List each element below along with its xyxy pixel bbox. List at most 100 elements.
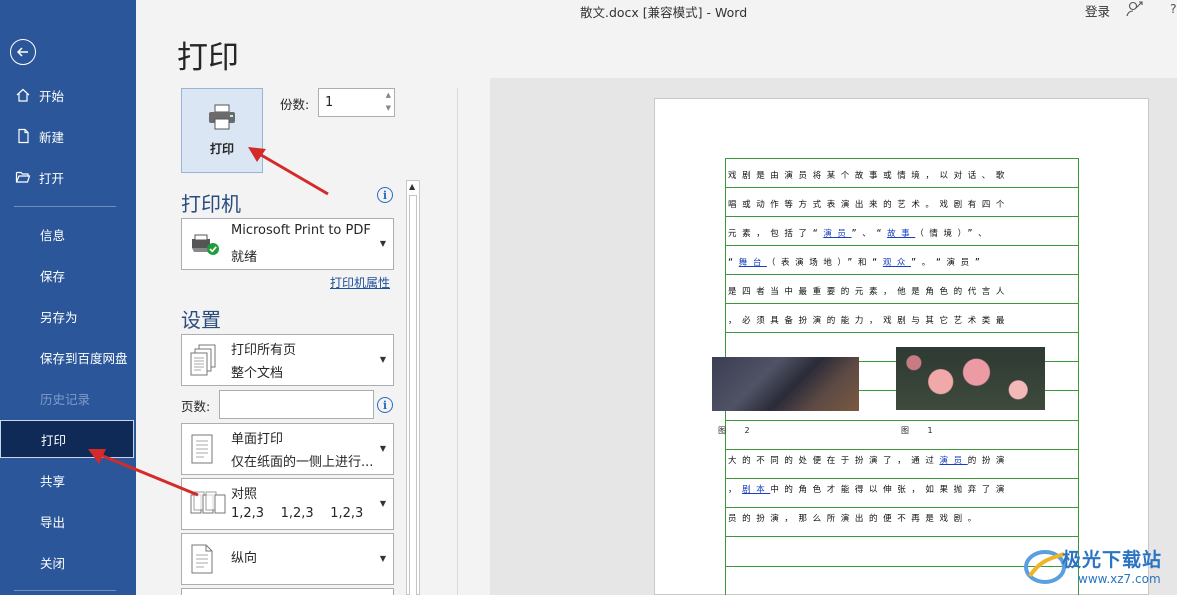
grid-line [725, 449, 1079, 450]
sidebar-item-label: 打开 [39, 170, 65, 186]
new-document-icon [15, 128, 39, 144]
page-title: 打印 [177, 40, 239, 76]
image-caption: 图 2 [718, 426, 758, 435]
sidebar-item-save-to-baidu[interactable]: 保存到百度网盘 [0, 338, 136, 376]
sidebar-item-label: 保存到百度网盘 [40, 350, 128, 366]
chevron-down-icon: ▼ [379, 554, 386, 563]
preview-text-line: ，剧本中的角色才能得以伸张，如果抛弃了演 [728, 485, 1011, 495]
help-button[interactable]: ? [1170, 1, 1177, 16]
window-title: 散文.docx [兼容模式] - Word [580, 5, 748, 20]
pages-label: 页数: [181, 399, 211, 414]
sidebar-item-label: 共享 [40, 473, 66, 489]
portrait-icon [190, 543, 216, 579]
folder-open-icon [15, 169, 39, 185]
spin-up-icon[interactable]: ▲ [386, 91, 391, 99]
sidebar-item-home[interactable]: 开始 [0, 76, 136, 114]
sidebar-item-export[interactable]: 导出 [0, 502, 136, 540]
preview-image-2 [712, 357, 859, 411]
sides-sub: 仅在纸面的一侧上进行... [231, 455, 374, 470]
preview-text-line: 元素，包括了“演员”、“故事（情境）”、 [728, 229, 993, 239]
orientation-select[interactable]: 纵向 ▼ [181, 533, 394, 585]
sidebar-item-share[interactable]: 共享 [0, 461, 136, 499]
panel-divider [457, 88, 458, 595]
info-icon[interactable]: i [377, 187, 393, 203]
sidebar-item-print[interactable]: 打印 [0, 420, 134, 458]
grid-line [725, 420, 1079, 421]
chevron-down-icon: ▼ [379, 444, 386, 453]
preview-image-1 [896, 347, 1045, 410]
sidebar-item-save[interactable]: 保存 [0, 256, 136, 294]
orientation-label: 纵向 [231, 551, 258, 566]
collate-label: 对照 [231, 487, 258, 502]
settings-section-title: 设置 [181, 308, 221, 332]
all-pages-icon [190, 344, 218, 380]
back-arrow-icon[interactable] [10, 39, 36, 65]
print-range-select[interactable]: 打印所有页 整个文档 ▼ [181, 334, 394, 386]
sidebar-item-info[interactable]: 信息 [0, 215, 136, 253]
watermark-url: www.xz7.com [1078, 572, 1161, 586]
copies-input[interactable]: 1 ▲ ▼ [318, 88, 395, 117]
preview-text-line: 大的不同的处便在于扮演了，通过演员的扮演 [728, 456, 1011, 466]
printer-properties-link[interactable]: 打印机属性 [330, 274, 390, 291]
single-sided-icon [190, 433, 216, 469]
sidebar-item-open[interactable]: 打开 [0, 158, 136, 196]
grid-line [725, 245, 1079, 246]
spin-down-icon[interactable]: ▼ [386, 104, 391, 112]
sidebar-item-label: 保存 [40, 268, 66, 284]
sidebar-item-history: 历史记录 [0, 379, 136, 417]
preview-text-line: “舞台（表演场地）”和“观众”。“演员” [728, 258, 986, 268]
settings-scrollbar[interactable]: ▲ [406, 180, 420, 595]
backstage-sidebar: 开始 新建 打开 信息 保存 另存为 保存到百度网盘 历史记录 打印 共享 导出… [0, 0, 136, 595]
grid-line [725, 332, 1079, 333]
sidebar-item-label: 打印 [41, 432, 67, 448]
printer-ready-icon [190, 233, 220, 261]
print-range-label: 打印所有页 [231, 343, 297, 358]
sides-select[interactable]: 单面打印 仅在纸面的一侧上进行... ▼ [181, 423, 394, 475]
sidebar-item-close[interactable]: 关闭 [0, 543, 136, 581]
account-icon[interactable] [1125, 0, 1145, 22]
grid-line [1078, 158, 1079, 595]
grid-line [725, 216, 1079, 217]
sidebar-divider [14, 206, 116, 207]
grid-line [725, 303, 1079, 304]
grid-line [725, 187, 1079, 188]
chevron-down-icon: ▼ [379, 239, 386, 248]
sidebar-item-label: 导出 [40, 514, 66, 530]
copies-label: 份数: [280, 97, 310, 112]
grid-line [725, 507, 1079, 508]
preview-text-line: 唱或动作等方式表演出来的艺术。戏剧有四个 [728, 200, 1011, 210]
printer-select[interactable]: Microsoft Print to PDF 就绪 ▼ [181, 218, 394, 270]
chevron-down-icon: ▼ [379, 499, 386, 508]
preview-text-line: ，必须具备扮演的能力，戏剧与其它艺术类最 [728, 316, 1011, 326]
preview-text-line: 员的扮演，那么所演出的便不再是戏剧。 [728, 514, 982, 524]
collate-select[interactable]: 对照 1,2,3 1,2,3 1,2,3 ▼ [181, 478, 394, 530]
sidebar-item-label: 关闭 [40, 555, 66, 571]
print-button-label: 打印 [209, 142, 234, 156]
sidebar-item-label: 历史记录 [40, 391, 91, 407]
settings-more-select[interactable] [181, 588, 394, 595]
printer-status: 就绪 [231, 250, 258, 265]
grid-line [725, 274, 1079, 275]
grid-line [725, 536, 1079, 537]
grid-line [725, 478, 1079, 479]
image-caption: 图 1 [901, 426, 941, 435]
printer-icon [207, 104, 237, 134]
info-icon[interactable]: i [377, 397, 393, 413]
print-button[interactable]: 打印 [181, 88, 263, 173]
sidebar-item-new[interactable]: 新建 [0, 117, 136, 155]
chevron-down-icon: ▼ [379, 355, 386, 364]
login-link[interactable]: 登录 [1085, 1, 1110, 20]
pages-input[interactable] [219, 390, 374, 419]
printer-name: Microsoft Print to PDF [231, 223, 371, 238]
scroll-up-icon[interactable]: ▲ [409, 182, 415, 191]
scrollbar-thumb[interactable] [409, 195, 417, 595]
sidebar-item-label: 新建 [39, 129, 65, 145]
sidebar-item-save-as[interactable]: 另存为 [0, 297, 136, 335]
print-range-sub: 整个文档 [231, 366, 284, 381]
sidebar-item-label: 信息 [40, 227, 66, 243]
collate-sub: 1,2,3 1,2,3 1,2,3 [231, 506, 364, 521]
sidebar-item-label: 开始 [39, 88, 65, 104]
watermark-brand: 极光下载站 [1062, 549, 1163, 571]
collated-icon [190, 491, 226, 521]
copies-value: 1 [325, 95, 334, 110]
